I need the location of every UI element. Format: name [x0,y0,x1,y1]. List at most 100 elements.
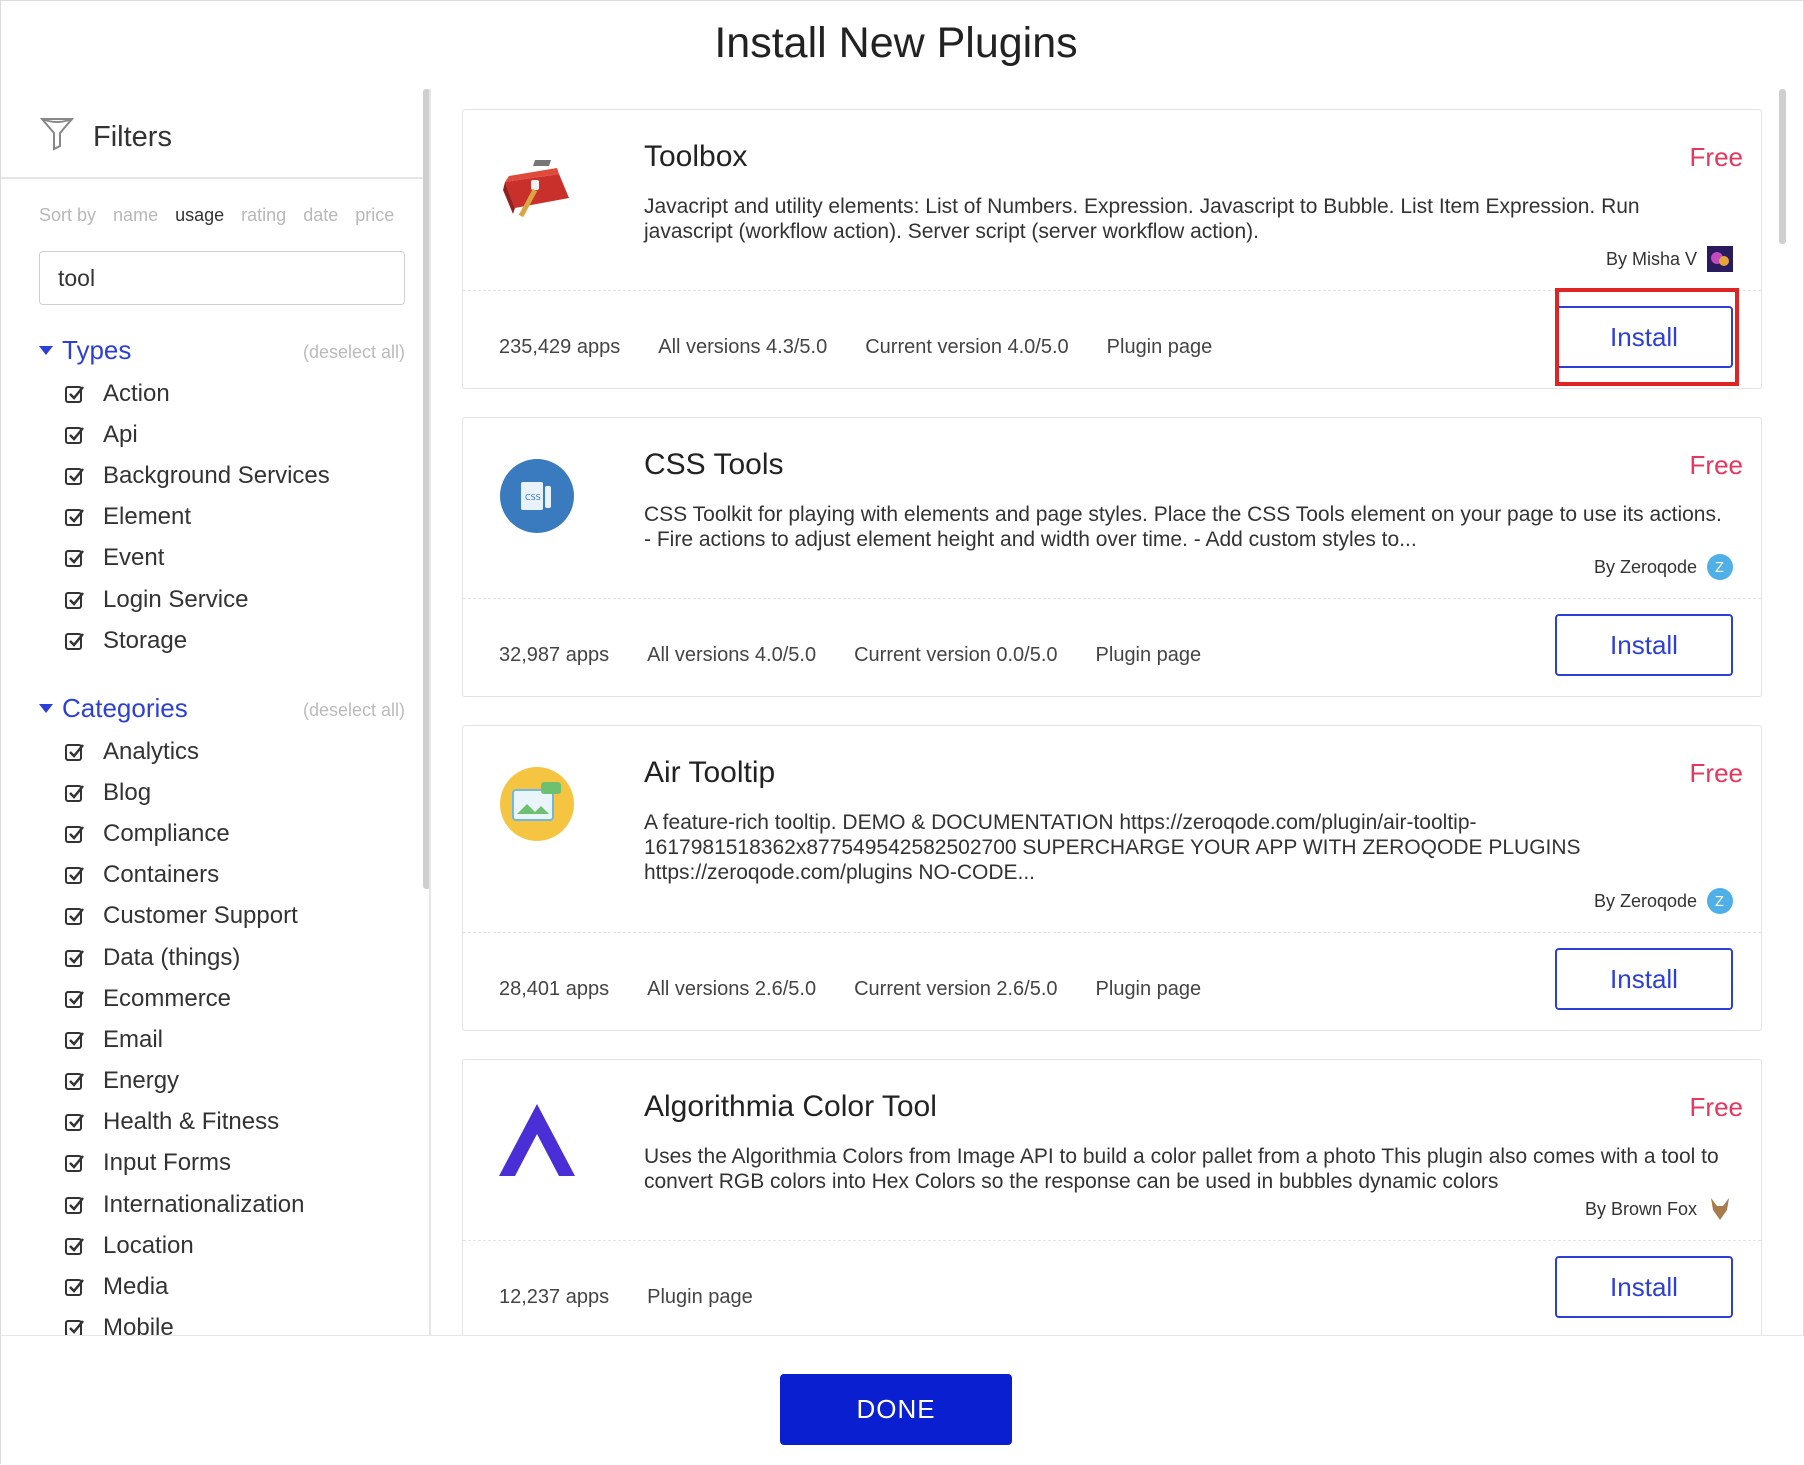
filters-header: Filters [1,89,429,179]
categories-checkbox-item[interactable]: Energy [65,1061,405,1102]
categories-deselect-all[interactable]: (deselect all) [303,700,405,721]
categories-checkbox-item[interactable]: Analytics [65,731,405,772]
types-checkbox-item[interactable]: Login Service [65,579,405,620]
plugin-price: Free [1689,1092,1743,1122]
categories-checkbox-item[interactable]: Email [65,1019,405,1060]
checkbox-checked-icon[interactable] [65,783,85,803]
checkbox-checked-icon[interactable] [65,507,85,527]
checkbox-label: Input Forms [103,1149,232,1177]
sidebar-scrollbar[interactable] [423,89,429,889]
card-divider [463,1240,1761,1241]
zeroqode-avatar-icon: Z [1707,888,1733,914]
plugin-list: Toolbox Free Javacript and utility eleme… [434,89,1789,1335]
sort-option-usage[interactable]: usage [175,205,224,225]
categories-checkbox-item[interactable]: Data (things) [65,937,405,978]
checkbox-label: Internationalization [103,1190,305,1218]
plugin-card: Toolbox Free Javacript and utility eleme… [462,109,1762,389]
checkbox-checked-icon[interactable] [65,865,85,885]
caret-down-icon [39,704,53,713]
plugin-all-versions: All versions 2.6/5.0 [647,978,817,1000]
checkbox-label: Api [103,420,138,448]
types-checkbox-item[interactable]: Action [65,373,405,414]
install-button[interactable]: Install [1555,948,1733,1010]
plugin-list-scrollbar[interactable] [1779,89,1786,244]
types-checkbox-item[interactable]: Event [65,538,405,579]
checkbox-label: Ecommerce [103,984,232,1012]
plugin-stats: 12,237 apps Plugin page [499,1286,791,1309]
install-button[interactable]: Install [1555,614,1733,676]
categories-checkbox-item[interactable]: Health & Fitness [65,1102,405,1143]
svg-text:Z: Z [1715,895,1724,910]
categories-checkbox-item[interactable]: Customer Support [65,896,405,937]
checkbox-checked-icon[interactable] [65,1030,85,1050]
types-deselect-all[interactable]: (deselect all) [303,342,405,363]
categories-checkbox-item[interactable]: Blog [65,772,405,813]
checkbox-checked-icon[interactable] [65,590,85,610]
plugin-app-count: 32,987 apps [499,644,610,666]
plugin-stats: 28,401 apps All versions 2.6/5.0 Current… [499,978,1239,1001]
plugin-search-input[interactable] [39,251,405,305]
types-checkbox-item[interactable]: Element [65,497,405,538]
install-button[interactable]: Install [1555,1256,1733,1318]
sort-option-name[interactable]: name [113,205,158,225]
plugin-name: Toolbox [644,140,748,173]
plugin-page-link[interactable]: Plugin page [1107,336,1213,359]
checkbox-checked-icon[interactable] [65,989,85,1009]
checkbox-label: Health & Fitness [103,1108,280,1136]
plugin-page-link[interactable]: Plugin page [647,1286,753,1309]
checkbox-checked-icon[interactable] [65,948,85,968]
plugin-stats: 32,987 apps All versions 4.0/5.0 Current… [499,644,1239,667]
plugin-card: Air Tooltip Free A feature-rich tooltip.… [462,725,1762,1031]
checkbox-checked-icon[interactable] [65,1153,85,1173]
plugin-name: Algorithmia Color Tool [644,1090,937,1123]
modal-footer: DONE [1,1335,1804,1465]
types-checkbox-item[interactable]: Background Services [65,455,405,496]
categories-checkbox-item[interactable]: Ecommerce [65,978,405,1019]
funnel-icon [39,118,75,151]
types-list: Action Api Background Services Element Event… [65,373,405,661]
types-checkbox-item[interactable]: Storage [65,620,405,661]
checkbox-checked-icon[interactable] [65,548,85,568]
checkbox-checked-icon[interactable] [65,1277,85,1297]
checkbox-label: Action [103,379,170,407]
checkbox-checked-icon[interactable] [65,1318,85,1335]
categories-section-header[interactable]: Categories (deselect all) [39,693,405,727]
categories-checkbox-item[interactable]: Mobile [65,1308,405,1335]
checkbox-checked-icon[interactable] [65,1195,85,1215]
algorithmia-icon [499,1104,575,1176]
checkbox-checked-icon[interactable] [65,1236,85,1256]
checkbox-checked-icon[interactable] [65,824,85,844]
categories-checkbox-item[interactable]: Compliance [65,813,405,854]
checkbox-checked-icon[interactable] [65,1112,85,1132]
checkbox-checked-icon[interactable] [65,384,85,404]
categories-checkbox-item[interactable]: Internationalization [65,1184,405,1225]
checkbox-label: Customer Support [103,902,298,930]
types-checkbox-item[interactable]: Api [65,414,405,455]
plugin-name: Air Tooltip [644,756,776,789]
categories-checkbox-item[interactable]: Containers [65,855,405,896]
checkbox-checked-icon[interactable] [65,1071,85,1091]
plugin-current-version: Current version 4.0/5.0 [865,336,1069,358]
checkbox-checked-icon[interactable] [65,906,85,926]
checkbox-checked-icon[interactable] [65,425,85,445]
checkbox-checked-icon[interactable] [65,631,85,651]
plugin-stats: 235,429 apps All versions 4.3/5.0 Curren… [499,336,1250,359]
done-button[interactable]: DONE [780,1374,1012,1445]
plugin-card: CSS CSS Tools Free CSS Toolkit for playi… [462,417,1762,697]
checkbox-label: Location [103,1231,194,1259]
sort-option-rating[interactable]: rating [241,205,286,225]
install-plugins-modal: Install New Plugins Filters Sort by name… [0,0,1804,1465]
categories-checkbox-item[interactable]: Media [65,1266,405,1307]
checkbox-checked-icon[interactable] [65,742,85,762]
checkbox-checked-icon[interactable] [65,466,85,486]
plugin-page-link[interactable]: Plugin page [1096,978,1202,1001]
categories-checkbox-item[interactable]: Location [65,1225,405,1266]
sort-option-price[interactable]: price [355,205,394,225]
categories-checkbox-item[interactable]: Input Forms [65,1143,405,1184]
plugin-page-link[interactable]: Plugin page [1096,644,1202,667]
plugin-price: Free [1689,142,1743,172]
sort-option-date[interactable]: date [303,205,338,225]
plugin-current-version: Current version 0.0/5.0 [854,644,1058,666]
plugin-description: CSS Toolkit for playing with elements an… [644,503,1722,551]
types-section-header[interactable]: Types (deselect all) [39,335,405,369]
